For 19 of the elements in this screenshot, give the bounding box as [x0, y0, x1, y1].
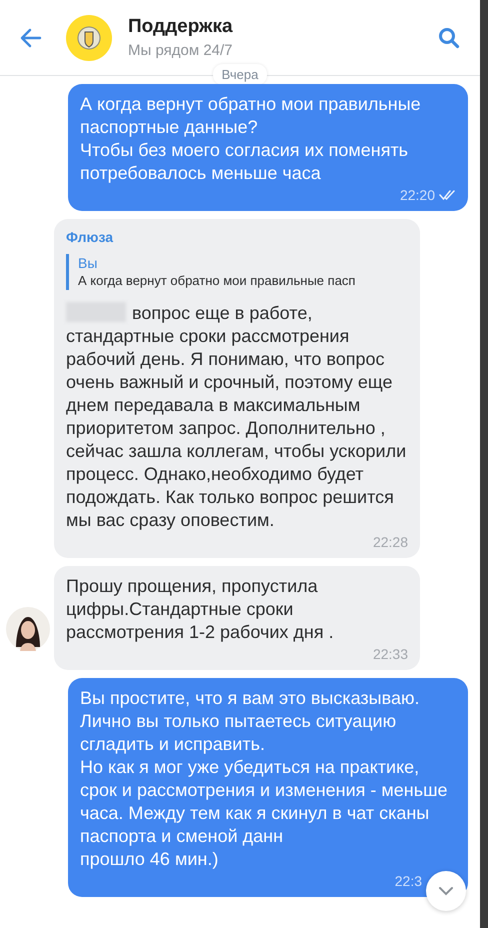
message-time: 22:3 — [394, 872, 422, 890]
message-text: Вы простите, что я вам это высказываю. Лично вы только пытаетесь ситуацию сгладить и исправить. Но как я мог уже убедиться на практике, срок и рассмотрения и изменения - меньше часа. Между тем как я скинул в чат сканы паспорта и сменой данн прошло 46 мин.) — [80, 687, 449, 871]
message-time: 22:28 — [372, 532, 408, 552]
quote-text: А когда вернут обратно мои правильные пасп — [78, 272, 356, 290]
chevron-down-icon — [438, 886, 454, 896]
back-arrow-icon[interactable] — [20, 28, 42, 48]
chat-title: Поддержка — [128, 16, 234, 38]
quote-author: Вы — [78, 254, 98, 272]
search-icon[interactable] — [438, 26, 460, 48]
message-text: А когда вернут обратно мои правильные паспортные данные? Чтобы без моего согласия их поменять потребовалось меньше часа — [80, 93, 422, 185]
chat-subtitle: Мы рядом 24/7 — [128, 42, 234, 59]
message-text: Прошу прощения, пропустила цифры.Стандартные сроки рассмотрения 1-2 рабочих дня . — [66, 576, 334, 642]
sender-name: Флюза — [66, 228, 114, 246]
message-time: 22:33 — [372, 644, 408, 664]
logo-icon — [66, 14, 112, 60]
date-label: Вчера — [212, 64, 268, 85]
message-time: 22:20 — [400, 186, 435, 204]
avatar[interactable] — [6, 607, 50, 651]
message-text: вопрос еще в работе, стандартные сроки рассмотрения рабочий день. Я понимаю, что вопрос очень важный и срочный, поэтому еще днем передавала в максимальным приоритетом запрос. Дополнительно , сейчас зашла коллегам, чтобы ускорили процесс. Однако,необходимо будет подождать. Как только вопрос решится мы вас сразу оповестим. — [66, 303, 406, 530]
